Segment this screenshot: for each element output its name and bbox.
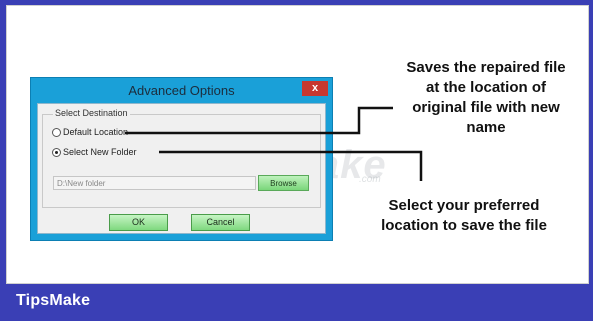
annotation-connectors [125, 106, 423, 181]
annotation-default-location: Saves the repaired file at the location … [397, 58, 575, 138]
annotation-line: Select your preferred [388, 197, 540, 214]
annotation-line: location to save the file [381, 217, 547, 234]
annotation-line: name [466, 119, 506, 136]
brand-logo: TipsMake [16, 292, 91, 309]
annotation-line: at the location of [426, 79, 546, 96]
annotation-line: Saves the repaired file [406, 59, 566, 76]
annotation-new-folder: Select your preferred location to save t… [359, 196, 569, 236]
connector-new-folder [159, 150, 423, 181]
connector-default-location [125, 106, 393, 135]
illustration-canvas: TipsMake .com Advanced Options x Select … [6, 5, 589, 284]
annotation-line: original file with new [412, 99, 560, 116]
